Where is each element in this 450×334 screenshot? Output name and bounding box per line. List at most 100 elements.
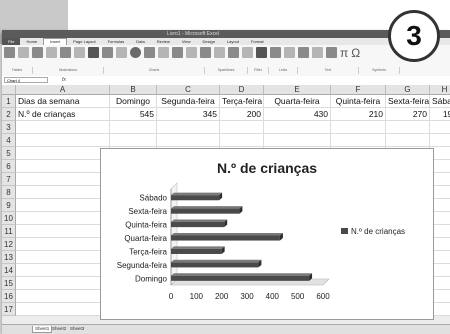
row-header-11[interactable]: 11 (2, 225, 16, 238)
equation-icon[interactable]: π (340, 47, 348, 59)
bar-domingo[interactable] (171, 275, 310, 281)
cell-b3[interactable] (110, 121, 157, 134)
cell-h4[interactable] (430, 134, 450, 147)
cell-h1[interactable]: Sábado (430, 95, 450, 108)
cell-a1[interactable]: Dias da semana (16, 95, 110, 108)
fx-icon[interactable]: fx (62, 77, 66, 84)
cell-e2[interactable]: 430 (264, 108, 331, 121)
row-header-6[interactable]: 6 (2, 160, 16, 173)
wordart-icon[interactable] (298, 47, 309, 58)
area-chart-icon[interactable] (158, 47, 169, 58)
cell-b1[interactable]: Domingo (110, 95, 157, 108)
tab-file[interactable]: File (2, 38, 21, 45)
cell-a12[interactable] (16, 238, 110, 251)
tab-format[interactable]: Format (245, 38, 270, 45)
row-header-10[interactable]: 10 (2, 212, 16, 225)
row-header-5[interactable]: 5 (2, 147, 16, 160)
cell-a9[interactable] (16, 199, 110, 212)
cell-a8[interactable] (16, 186, 110, 199)
tab-formulas[interactable]: Formulas (102, 38, 131, 45)
row-header-15[interactable]: 15 (2, 277, 16, 290)
tab-insert[interactable]: Insert (43, 38, 68, 45)
table-icon[interactable] (18, 47, 29, 58)
cell-c1[interactable]: Segunda-feira (157, 95, 220, 108)
sheet-tab-2[interactable]: Sheet2 (52, 326, 66, 332)
symbol-icon[interactable]: Ω (351, 47, 360, 59)
cell-a11[interactable] (16, 225, 110, 238)
cell-a2[interactable]: N.º de crianças (16, 108, 110, 121)
text-box-icon[interactable] (270, 47, 281, 58)
object-icon[interactable] (326, 47, 337, 58)
cell-h2[interactable]: 190 (430, 108, 450, 121)
bar-quinta-feira[interactable] (171, 222, 225, 228)
row-header-17[interactable]: 17 (2, 303, 16, 316)
sheet-tab-3[interactable]: Sheet3 (70, 326, 84, 332)
cell-g1[interactable]: Sexta-feira (386, 95, 430, 108)
row-header-9[interactable]: 9 (2, 199, 16, 212)
cell-c4[interactable] (157, 134, 220, 147)
column-header-a[interactable]: A (16, 85, 110, 95)
smartart-icon[interactable] (74, 47, 85, 58)
screenshot-icon[interactable] (88, 47, 99, 58)
select-all-corner[interactable] (2, 85, 16, 95)
tab-data[interactable]: Data (130, 38, 150, 45)
bar-sexta-feira[interactable] (171, 208, 240, 214)
cell-a16[interactable] (16, 290, 110, 303)
bar-chart-icon[interactable] (144, 47, 155, 58)
cell-a17[interactable] (16, 303, 110, 316)
cell-c2[interactable]: 345 (157, 108, 220, 121)
cell-e1[interactable]: Quarta-feira (264, 95, 331, 108)
cell-a5[interactable] (16, 147, 110, 160)
bar-quarta-feira[interactable] (171, 235, 280, 241)
cell-d1[interactable]: Terça-feira (220, 95, 264, 108)
column-header-c[interactable]: C (157, 85, 220, 95)
tab-design[interactable]: Design (196, 38, 220, 45)
pie-chart-icon[interactable] (130, 47, 141, 58)
column-header-d[interactable]: D (220, 85, 264, 95)
tab-home[interactable]: Home (20, 38, 43, 45)
pivot-table-icon[interactable] (4, 47, 15, 58)
row-header-16[interactable]: 16 (2, 290, 16, 303)
bar-terça-feira[interactable] (171, 248, 222, 254)
other-charts-icon[interactable] (186, 47, 197, 58)
line-chart-icon[interactable] (116, 47, 127, 58)
column-header-f[interactable]: F (331, 85, 386, 95)
cell-g2[interactable]: 270 (386, 108, 430, 121)
cell-d4[interactable] (220, 134, 264, 147)
row-header-7[interactable]: 7 (2, 173, 16, 186)
column-header-e[interactable]: E (264, 85, 331, 95)
clip-art-icon[interactable] (46, 47, 57, 58)
cell-d2[interactable]: 200 (220, 108, 264, 121)
cell-b2[interactable]: 545 (110, 108, 157, 121)
cell-a7[interactable] (16, 173, 110, 186)
tab-review[interactable]: Review (151, 38, 176, 45)
row-header-4[interactable]: 4 (2, 134, 16, 147)
cell-g4[interactable] (386, 134, 430, 147)
scatter-chart-icon[interactable] (172, 47, 183, 58)
row-header-2[interactable]: 2 (2, 108, 16, 121)
row-header-3[interactable]: 3 (2, 121, 16, 134)
cell-a14[interactable] (16, 264, 110, 277)
sparkline-column-icon[interactable] (214, 47, 225, 58)
cell-e3[interactable] (264, 121, 331, 134)
cell-g3[interactable] (386, 121, 430, 134)
header-footer-icon[interactable] (284, 47, 295, 58)
hyperlink-icon[interactable] (256, 47, 267, 58)
row-header-14[interactable]: 14 (2, 264, 16, 277)
tab-view[interactable]: View (176, 38, 197, 45)
cell-a10[interactable] (16, 212, 110, 225)
sparkline-winloss-icon[interactable] (228, 47, 239, 58)
tab-layout[interactable]: Layout (221, 38, 245, 45)
cell-d3[interactable] (220, 121, 264, 134)
cell-f2[interactable]: 210 (331, 108, 386, 121)
column-header-b[interactable]: B (110, 85, 157, 95)
bar-sábado[interactable] (171, 195, 220, 201)
cell-f1[interactable]: Quinta-feira (331, 95, 386, 108)
sheet-tab-1[interactable]: Sheet1 (32, 326, 53, 333)
picture-icon[interactable] (32, 47, 43, 58)
row-header-12[interactable]: 12 (2, 238, 16, 251)
tab-page-layout[interactable]: Page Layout (67, 38, 101, 45)
cell-f4[interactable] (331, 134, 386, 147)
cell-a4[interactable] (16, 134, 110, 147)
cell-a6[interactable] (16, 160, 110, 173)
